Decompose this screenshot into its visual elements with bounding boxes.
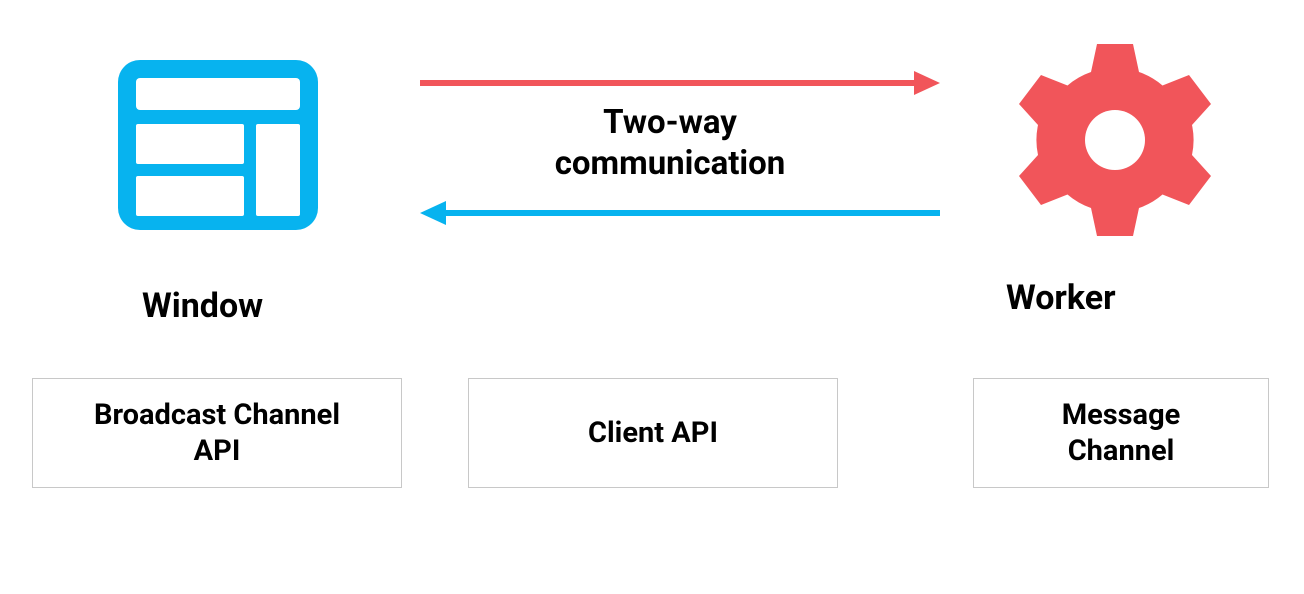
center-label-line2: communication (555, 144, 786, 183)
arrow-right-icon (420, 68, 940, 102)
arrow-left-icon (420, 198, 940, 232)
gear-icon (1015, 40, 1215, 244)
client-api-text: Client API (588, 415, 718, 451)
worker-label: Worker (1006, 278, 1116, 318)
broadcast-line1: Broadcast Channel (94, 398, 340, 432)
client-api-box: Client API (468, 378, 838, 488)
message-channel-box: Message Channel (973, 378, 1269, 488)
broadcast-channel-api-box: Broadcast Channel API (32, 378, 402, 488)
center-label-line1: Two-way (603, 103, 737, 142)
window-icon (118, 60, 318, 234)
window-label: Window (142, 286, 263, 326)
two-way-communication-label: Two-way communication (430, 102, 910, 185)
message-line2: Channel (1068, 434, 1175, 468)
broadcast-line2: API (194, 434, 241, 468)
message-line1: Message (1062, 398, 1181, 432)
